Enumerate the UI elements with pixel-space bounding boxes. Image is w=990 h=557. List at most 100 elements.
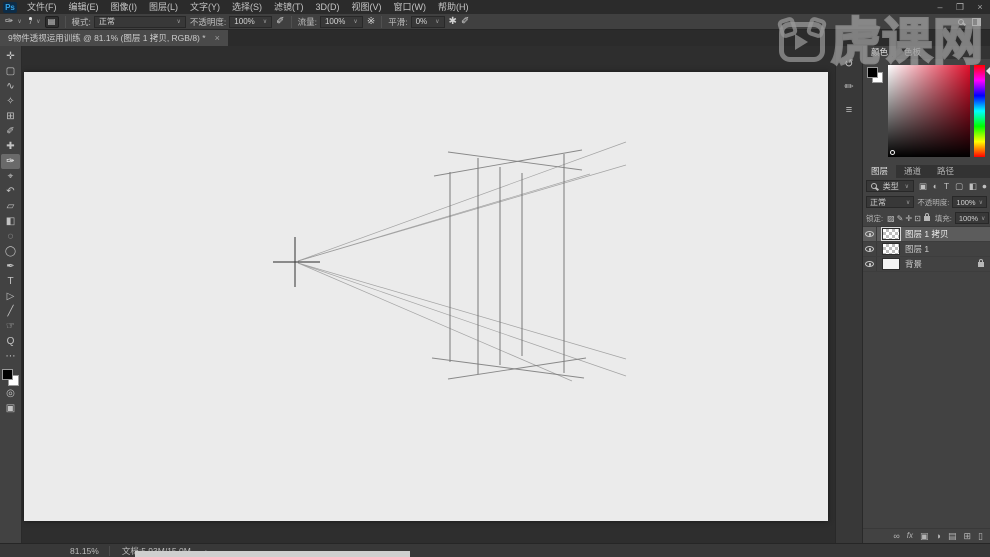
filter-toggle-icon[interactable]: ● — [982, 181, 987, 191]
saturation-brightness-field[interactable] — [888, 65, 970, 157]
menu-item[interactable]: 图层(L) — [143, 0, 184, 14]
layer-style-icon[interactable]: fx — [907, 529, 913, 543]
minimize-button[interactable]: – — [930, 0, 950, 14]
close-tab-icon[interactable]: × — [215, 33, 220, 43]
tool-preset-arrow-icon[interactable]: ∨ — [17, 18, 21, 25]
layer-mask-icon[interactable]: ▣ — [920, 529, 929, 543]
lock-all-icon[interactable] — [923, 212, 930, 221]
line-tool[interactable]: ╱ — [1, 304, 20, 319]
flow-select[interactable]: 100% ∨ — [319, 15, 363, 28]
brush-panel-icon[interactable]: ✏ — [844, 81, 853, 93]
pressure-size-icon[interactable]: ✐ — [461, 15, 469, 29]
type-tool[interactable]: T — [1, 274, 20, 289]
layer-thumbnail[interactable] — [882, 258, 900, 270]
menu-item[interactable]: 图像(I) — [105, 0, 144, 14]
clone-stamp-tool[interactable]: ⌖ — [1, 169, 20, 184]
search-icon[interactable] — [958, 18, 964, 25]
smoothing-select[interactable]: 0% ∨ — [410, 15, 445, 28]
hand-tool[interactable]: ☞ — [1, 319, 20, 334]
filter-adjustment-icon[interactable]: ◐ — [933, 181, 938, 192]
document-canvas[interactable] — [24, 72, 828, 521]
zoom-level-field[interactable]: 81.15% — [70, 546, 99, 556]
layer-thumbnail[interactable] — [882, 243, 900, 255]
pressure-opacity-icon[interactable]: ✐ — [276, 15, 284, 29]
hue-slider-bar[interactable] — [974, 65, 990, 157]
menu-item[interactable]: 选择(S) — [226, 0, 268, 14]
menu-item[interactable]: 帮助(H) — [432, 0, 475, 14]
crop-tool[interactable]: ⊞ — [1, 109, 20, 124]
move-tool[interactable]: ✛ — [1, 49, 20, 64]
brush-preset-arrow-icon[interactable]: ∨ — [36, 18, 40, 25]
menu-item[interactable]: 视图(V) — [346, 0, 388, 14]
menu-item[interactable]: 编辑(E) — [63, 0, 105, 14]
eraser-tool[interactable]: ▱ — [1, 199, 20, 214]
new-layer-icon[interactable]: ⊞ — [964, 529, 972, 543]
filter-smart-object-icon[interactable]: ◧ — [969, 181, 977, 192]
dodge-tool[interactable]: ◯ — [1, 244, 20, 259]
screen-mode-button[interactable]: ▣ — [1, 401, 20, 416]
brush-preset-picker[interactable]: 7 — [29, 15, 32, 29]
gradient-tool[interactable]: ◧ — [1, 214, 20, 229]
tab-channels[interactable]: 通道 — [896, 165, 929, 178]
lock-position-icon[interactable]: ✛ — [905, 214, 912, 223]
layer-blend-mode-select[interactable]: 正常 ∨ — [866, 196, 915, 208]
smoothing-settings-icon[interactable]: ✱ — [449, 15, 457, 29]
layer-row[interactable]: 图层 1 拷贝 — [863, 227, 990, 242]
layer-row[interactable]: 图层 1 — [863, 242, 990, 257]
foreground-color-swatch[interactable] — [2, 369, 13, 380]
new-group-icon[interactable]: ▤ — [948, 529, 957, 543]
delete-layer-icon[interactable]: ▯ — [978, 529, 983, 543]
menu-item[interactable]: 文字(Y) — [184, 0, 226, 14]
current-tool-icon[interactable]: ✑ — [5, 15, 13, 29]
visibility-eye-icon[interactable] — [865, 261, 874, 267]
restore-button[interactable]: ❐ — [950, 0, 970, 14]
visibility-eye-icon[interactable] — [865, 231, 874, 237]
filter-shape-icon[interactable]: ▢ — [955, 181, 963, 192]
menu-item[interactable]: 3D(D) — [310, 0, 346, 14]
filter-type-select[interactable]: 类型 ∨ — [866, 180, 914, 192]
hue-slider-handle[interactable] — [982, 67, 990, 75]
history-brush-tool[interactable]: ↶ — [1, 184, 20, 199]
close-button[interactable]: × — [970, 0, 990, 14]
opacity-select[interactable]: 100% ∨ — [229, 15, 273, 28]
tab-swatches[interactable]: 色板 — [896, 46, 929, 59]
layer-thumbnail[interactable] — [881, 227, 901, 241]
lock-transparent-icon[interactable]: ▨ — [887, 214, 895, 223]
lock-pixels-icon[interactable]: ✎ — [897, 214, 904, 223]
history-panel-icon[interactable]: ↺ — [844, 58, 853, 70]
fill-select[interactable]: 100% ∨ — [954, 212, 990, 224]
brush-tool[interactable]: ✑ — [1, 154, 20, 169]
lock-artboard-icon[interactable]: ⊡ — [914, 214, 921, 223]
tab-layers[interactable]: 图层 — [863, 165, 897, 178]
quick-mask-button[interactable]: ◎ — [1, 386, 20, 401]
lasso-tool[interactable]: ∿ — [1, 79, 20, 94]
adjustment-layer-icon[interactable]: ◑ — [936, 529, 941, 543]
eyedropper-tool[interactable]: ✐ — [1, 124, 20, 139]
color-cursor[interactable] — [890, 150, 895, 155]
spot-healing-tool[interactable]: ✚ — [1, 139, 20, 154]
brush-settings-panel-icon[interactable]: ≡ — [846, 104, 852, 116]
menu-item[interactable]: 滤镜(T) — [268, 0, 310, 14]
more-tools[interactable]: ⋯ — [1, 349, 20, 364]
layer-row[interactable]: 背景 — [863, 257, 990, 272]
filter-type-icon[interactable]: T — [944, 181, 949, 192]
menu-item[interactable]: 窗口(W) — [388, 0, 433, 14]
quick-selection-tool[interactable]: ✧ — [1, 94, 20, 109]
marquee-tool[interactable]: ▢ — [1, 64, 20, 79]
toggle-brush-settings-button[interactable]: ▤ — [44, 15, 59, 28]
link-layers-icon[interactable]: ∞ — [893, 529, 899, 543]
document-tab[interactable]: 9物件透视运用训练 @ 81.1% (图层 1 拷贝, RGB/8) * × — [0, 30, 228, 46]
tab-paths[interactable]: 路径 — [929, 165, 962, 178]
filter-pixel-icon[interactable]: ▣ — [919, 181, 927, 192]
panel-foreground-swatch[interactable] — [867, 67, 878, 78]
zoom-tool[interactable]: Q — [1, 334, 20, 349]
airbrush-icon[interactable]: ※ — [367, 15, 375, 29]
layer-opacity-select[interactable]: 100% ∨ — [952, 196, 987, 208]
path-selection-tool[interactable]: ▷ — [1, 289, 20, 304]
blur-tool[interactable]: ◌ — [1, 229, 20, 244]
tab-color[interactable]: 颜色 — [863, 46, 897, 59]
pen-tool[interactable]: ✒ — [1, 259, 20, 274]
visibility-eye-icon[interactable] — [865, 246, 874, 252]
menu-item[interactable]: 文件(F) — [21, 0, 63, 14]
mode-select[interactable]: 正常 ∨ — [93, 15, 186, 28]
